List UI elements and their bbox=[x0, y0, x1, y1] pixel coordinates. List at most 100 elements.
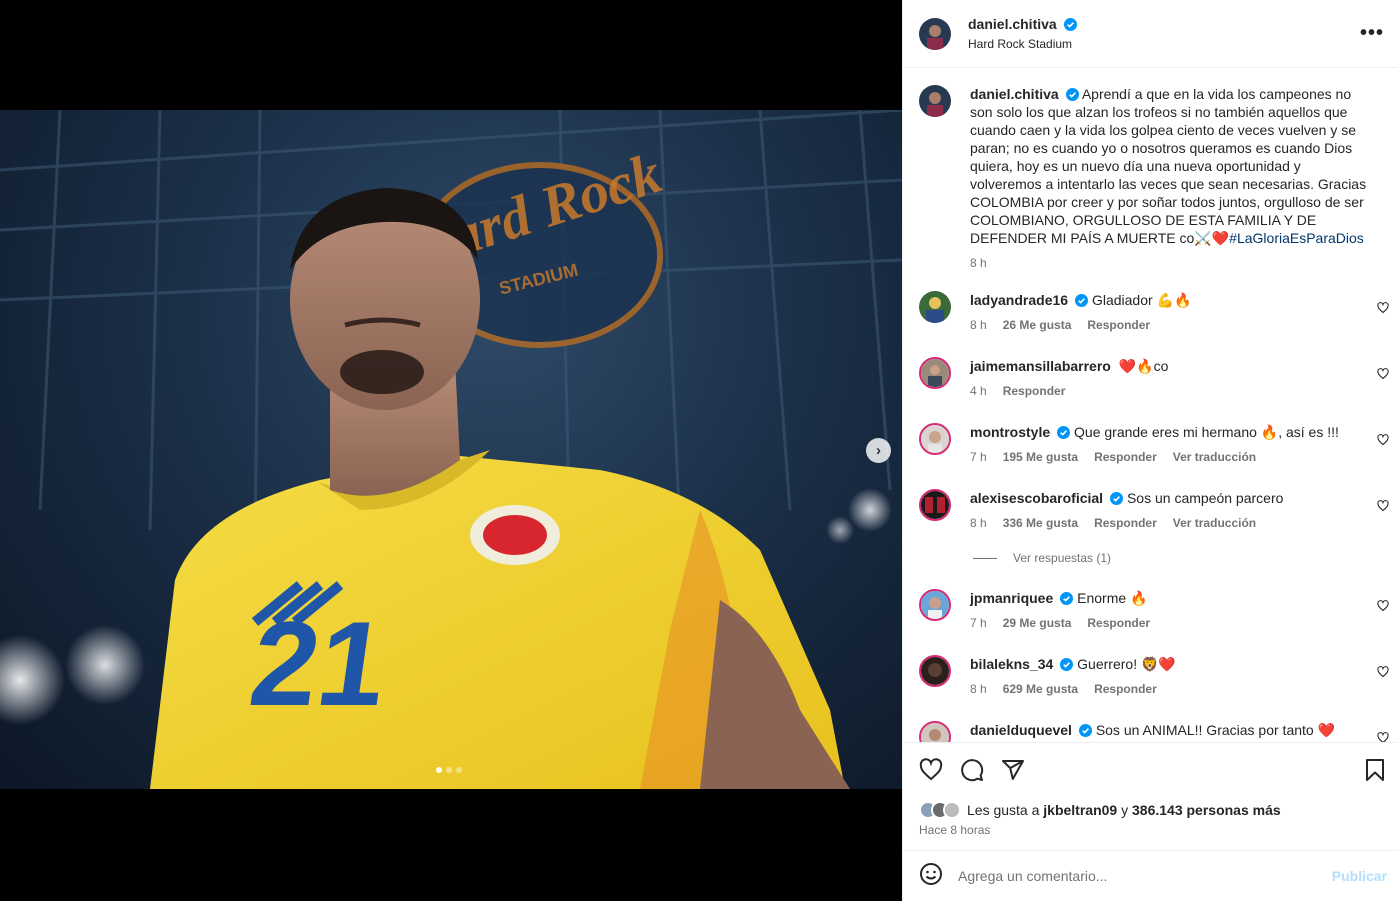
post-timestamp[interactable]: Hace 8 horas bbox=[919, 823, 990, 837]
commenter-avatar[interactable] bbox=[919, 655, 951, 687]
post-actions: Les gusta a jkbeltran09 y 386.143 person… bbox=[903, 742, 1398, 850]
likes-joiner: y bbox=[1121, 802, 1129, 818]
comment-time: 4 h bbox=[970, 384, 987, 398]
likes-first-user[interactable]: jkbeltran09 bbox=[1043, 802, 1117, 818]
publish-button[interactable]: Publicar bbox=[1332, 868, 1387, 884]
see-translation-button[interactable]: Ver traducción bbox=[1173, 514, 1256, 532]
commenter-username[interactable]: jaimemansillabarrero bbox=[970, 358, 1111, 374]
verified-icon bbox=[1075, 294, 1089, 307]
comment-time: 8 h bbox=[970, 516, 987, 530]
caption-time: 8 h bbox=[970, 256, 987, 270]
reply-button[interactable]: Responder bbox=[1094, 514, 1157, 532]
verified-icon bbox=[1110, 492, 1124, 505]
replies-divider bbox=[973, 557, 997, 559]
comment-row: ladyandrade16 Gladiador 💪🔥 8 h 26 Me gus… bbox=[919, 291, 1389, 334]
commenter-username[interactable]: ladyandrade16 bbox=[970, 292, 1068, 308]
comment-text: Guerrero! 🦁❤️ bbox=[1077, 656, 1176, 672]
like-comment-icon[interactable] bbox=[1377, 731, 1389, 742]
comment-text: Gladiador 💪🔥 bbox=[1091, 292, 1192, 308]
post-header: daniel.chitiva Hard Rock Stadium ••• bbox=[903, 0, 1398, 68]
like-comment-icon[interactable] bbox=[1377, 499, 1389, 517]
comment-row: bilalekns_34 Guerrero! 🦁❤️ 8 h 629 Me gu… bbox=[919, 655, 1389, 698]
carousel-dot bbox=[446, 767, 452, 773]
likes-others[interactable]: 386.143 personas más bbox=[1132, 802, 1281, 818]
next-image-button[interactable]: › bbox=[866, 438, 891, 463]
commenter-avatar[interactable] bbox=[919, 721, 951, 742]
comment-row: alexisescobaroficial Sos un campeón parc… bbox=[919, 489, 1389, 532]
comment-input[interactable] bbox=[958, 868, 1332, 884]
comment-time: 7 h bbox=[970, 616, 987, 630]
reply-button[interactable]: Responder bbox=[1087, 316, 1150, 334]
verified-icon bbox=[1078, 724, 1092, 737]
commenter-avatar[interactable] bbox=[919, 291, 951, 323]
comment-row: jpmanriquee Enorme 🔥 7 h 29 Me gusta Res… bbox=[919, 589, 1389, 632]
heart-icon[interactable] bbox=[919, 758, 943, 787]
commenter-avatar[interactable] bbox=[919, 589, 951, 621]
comment-likes[interactable]: 629 Me gusta bbox=[1003, 680, 1078, 698]
like-comment-icon[interactable] bbox=[1377, 665, 1389, 683]
commenter-username[interactable]: montrostyle bbox=[970, 424, 1050, 440]
comments-list[interactable]: daniel.chitiva Aprendí a que en la vida … bbox=[903, 69, 1398, 742]
commenter-username[interactable]: alexisescobaroficial bbox=[970, 490, 1103, 506]
reply-button[interactable]: Responder bbox=[1094, 680, 1157, 698]
comment-row: jaimemansillabarrero ❤️🔥co 4 h Responder bbox=[919, 357, 1389, 400]
see-translation-button[interactable]: Ver traducción bbox=[1173, 448, 1256, 466]
caption-hashtag[interactable]: #LaGloriaEsParaDios bbox=[1229, 230, 1364, 246]
comment-likes[interactable]: 336 Me gusta bbox=[1003, 514, 1078, 532]
comment-icon[interactable] bbox=[960, 758, 984, 787]
caption-row: daniel.chitiva Aprendí a que en la vida … bbox=[919, 85, 1389, 272]
carousel-indicator bbox=[436, 767, 462, 773]
post-photo[interactable]: Hard Rock STADIUM 21 bbox=[0, 110, 902, 789]
like-comment-icon[interactable] bbox=[1377, 433, 1389, 451]
commenter-avatar[interactable] bbox=[919, 489, 951, 521]
share-icon[interactable] bbox=[1001, 758, 1025, 787]
carousel-dot bbox=[436, 767, 442, 773]
verified-icon bbox=[1064, 18, 1078, 31]
emoji-icon[interactable] bbox=[919, 862, 943, 891]
comment-text: ❤️🔥co bbox=[1118, 358, 1169, 374]
more-options-icon[interactable]: ••• bbox=[1360, 22, 1384, 45]
like-comment-icon[interactable] bbox=[1377, 301, 1389, 319]
post-location[interactable]: Hard Rock Stadium bbox=[968, 37, 1360, 51]
photo-illustration: Hard Rock STADIUM 21 bbox=[0, 110, 902, 789]
reply-button[interactable]: Responder bbox=[1003, 382, 1066, 400]
comment-time: 7 h bbox=[970, 450, 987, 464]
commenter-username[interactable]: danielduquevel bbox=[970, 722, 1072, 738]
author-avatar[interactable] bbox=[919, 17, 951, 50]
verified-icon bbox=[1057, 426, 1071, 439]
comment-time: 8 h bbox=[970, 682, 987, 696]
comment-likes[interactable]: 26 Me gusta bbox=[1003, 316, 1072, 334]
chevron-right-icon: › bbox=[876, 442, 881, 459]
view-replies-label: Ver respuestas (1) bbox=[1013, 551, 1112, 565]
verified-icon bbox=[1065, 88, 1079, 101]
verified-icon bbox=[1060, 658, 1074, 671]
comment-likes[interactable]: 29 Me gusta bbox=[1003, 614, 1072, 632]
reply-button[interactable]: Responder bbox=[1094, 448, 1157, 466]
comment-likes[interactable]: 195 Me gusta bbox=[1003, 448, 1078, 466]
like-comment-icon[interactable] bbox=[1377, 367, 1389, 385]
view-replies-button[interactable]: Ver respuestas (1) bbox=[973, 551, 1111, 565]
verified-icon bbox=[1060, 592, 1074, 605]
commenter-avatar[interactable] bbox=[919, 423, 951, 455]
commenter-username[interactable]: jpmanriquee bbox=[970, 590, 1053, 606]
likes-summary[interactable]: Les gusta a jkbeltran09 y 386.143 person… bbox=[919, 801, 1281, 819]
comment-text: Sos un campeón parcero bbox=[1126, 490, 1284, 506]
instagram-post-view: Hard Rock STADIUM 21 › daniel.chitiva Ha… bbox=[0, 0, 1398, 901]
comment-composer: Publicar bbox=[903, 850, 1398, 901]
like-comment-icon[interactable] bbox=[1377, 599, 1389, 617]
reply-button[interactable]: Responder bbox=[1087, 614, 1150, 632]
caption-text: Aprendí a que en la vida los campeones n… bbox=[970, 86, 1367, 246]
post-side-panel: daniel.chitiva Hard Rock Stadium ••• dan… bbox=[902, 0, 1398, 901]
commenter-username[interactable]: bilalekns_34 bbox=[970, 656, 1053, 672]
commenter-avatar[interactable] bbox=[919, 357, 951, 389]
comment-text: Sos un ANIMAL!! Gracias por tanto ❤️ bbox=[1095, 722, 1336, 738]
bookmark-icon[interactable] bbox=[1363, 758, 1387, 787]
caption-username[interactable]: daniel.chitiva bbox=[970, 86, 1059, 102]
carousel-dot bbox=[456, 767, 462, 773]
comment-time: 8 h bbox=[970, 318, 987, 332]
comment-text: Que grande eres mi hermano 🔥, así es !!! bbox=[1074, 424, 1339, 440]
comment-row: danielduquevel Sos un ANIMAL!! Gracias p… bbox=[919, 721, 1389, 742]
author-avatar[interactable] bbox=[919, 85, 951, 117]
author-username[interactable]: daniel.chitiva bbox=[968, 16, 1057, 32]
liker-avatar bbox=[943, 801, 961, 819]
